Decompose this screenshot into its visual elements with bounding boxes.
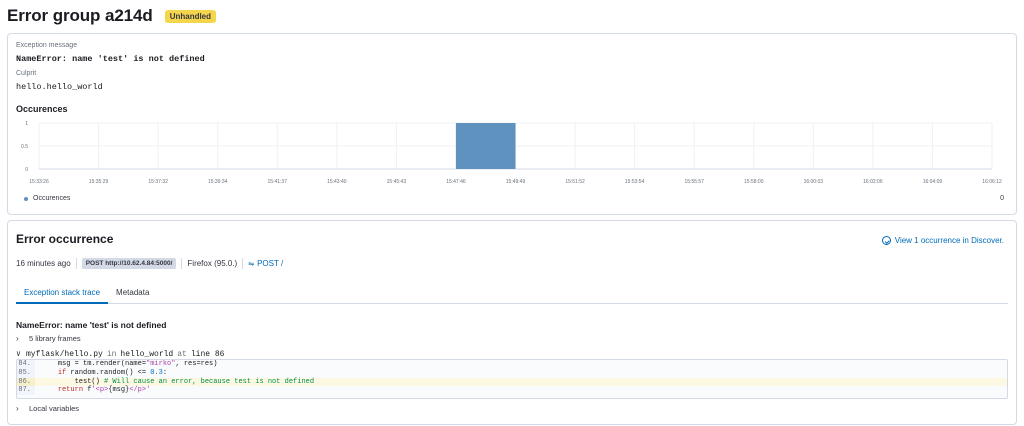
request-url-badge[interactable]: POST http://10.62.4.84:5000/	[81, 258, 177, 269]
legend-label: Occurences	[33, 195, 71, 202]
chart-x-tick-label: 15:58:00	[744, 179, 764, 185]
library-frames-toggle[interactable]: › 5 library frames	[16, 334, 81, 343]
link-icon: ⇋	[248, 260, 255, 268]
legend-count: 0	[1000, 195, 1004, 202]
chart-bar	[455, 123, 516, 169]
chart-x-tick-label: 15:51:52	[565, 179, 585, 185]
tab-metadata[interactable]: Metadata	[108, 284, 157, 304]
request-method-label: POST /	[257, 259, 284, 268]
chart-y-tick-label: 1	[25, 121, 28, 127]
code-line-number: 86.	[17, 377, 35, 387]
chart-x-tick-label: 15:33:26	[29, 179, 49, 185]
stack-frame-header[interactable]: ∨ myflask/hello.py in hello_world at lin…	[16, 349, 225, 360]
chart-x-tick-label: 15:37:32	[148, 179, 168, 185]
chart-x-tick-label: 15:45:43	[387, 179, 407, 185]
chevron-right-icon: ›	[16, 334, 19, 343]
discover-link[interactable]: View 1 occurrence in Discover.	[881, 236, 1004, 245]
error-summary-panel: Exception message NameError: name 'test'…	[7, 33, 1017, 215]
chart-x-tick-label: 15:53:54	[625, 179, 645, 185]
occurrence-metadata: 16 minutes ago POST http://10.62.4.84:50…	[16, 258, 283, 269]
code-line-source: return f'<p>{msg}</p>'	[57, 386, 151, 395]
exception-heading: NameError: name 'test' is not defined	[16, 320, 167, 330]
code-block: 84. msg = tm.render(name="mirko", res=re…	[16, 359, 1008, 399]
at-word: at	[177, 349, 187, 359]
divider	[242, 258, 244, 269]
code-line: 87. return f'<p>{msg}</p>'	[17, 386, 1007, 396]
browser-info: Firefox (95.0.)	[187, 259, 238, 268]
chart-x-tick-label: 16:02:06	[863, 179, 883, 185]
chart-y-tick-label: 0.5	[21, 144, 28, 150]
code-line-source: if random.random() <= 0.3:	[57, 368, 168, 377]
chart-x-tick-label: 16:00:03	[804, 179, 824, 185]
page-title: Error group a214d	[7, 6, 153, 25]
chart-x-tick-label: 15:43:40	[327, 179, 347, 185]
chart-legend[interactable]: Occurences	[24, 195, 70, 202]
chart-y-tick-label: 0	[25, 167, 28, 173]
divider	[181, 258, 183, 269]
code-line-number: 85.	[17, 368, 35, 378]
chart-x-tick-label: 15:55:57	[684, 179, 704, 185]
code-line-source: test() # Will cause an error, because te…	[74, 377, 315, 386]
divider	[75, 258, 77, 269]
code-line: 86. test() # Will cause an error, becaus…	[17, 377, 1007, 387]
discover-link-label: View 1 occurrence in Discover.	[894, 236, 1004, 245]
local-variables-label: Local variables	[29, 404, 80, 413]
occurrences-chart: 1 0.5 015:33:26 15:35:29 15:37:32 15:39:34 15:…	[21, 121, 1002, 185]
code-line-number: 87.	[17, 386, 35, 396]
code-line: 84. msg = tm.render(name="mirko", res=re…	[17, 360, 1007, 369]
in-word: in	[106, 349, 117, 359]
chart-x-tick-label: 16:04:09	[923, 179, 943, 185]
chevron-right-icon: ›	[16, 404, 19, 413]
code-line: 85. if random.random() <= 0.3:	[17, 368, 1007, 378]
code-line-source: msg = tm.render(name="mirko", res=res)	[57, 360, 218, 368]
tab-exception-stack-trace[interactable]: Exception stack trace	[16, 284, 109, 304]
chart-x-tick-label: 15:41:37	[268, 179, 288, 185]
error-occurrence-title: Error occurrence	[16, 232, 114, 246]
chart-x-tick-label: 15:49:49	[506, 179, 526, 185]
status-badge: Unhandled	[164, 9, 217, 23]
legend-dot-icon	[24, 196, 28, 201]
line-number: line 86	[190, 349, 225, 359]
request-method-link[interactable]: ⇋ POST /	[248, 259, 283, 268]
code-line-number: 84.	[17, 360, 35, 369]
function-name: hello_world	[120, 349, 174, 359]
chevron-down-icon: ∨	[16, 350, 21, 359]
page-header: Error group a214d Unhandled	[7, 6, 217, 26]
chart-x-tick-label: 15:39:34	[208, 179, 228, 185]
local-variables-toggle[interactable]: › Local variables	[16, 404, 79, 413]
chart-x-tick-label: 15:35:29	[89, 179, 109, 185]
library-frames-label: 5 library frames	[29, 334, 81, 343]
chart-x-tick-label: 16:06:12	[982, 179, 1002, 185]
error-occurrence-panel: Error occurrence View 1 occurrence in Di…	[7, 220, 1017, 425]
file-path: myflask/hello.py	[26, 349, 103, 359]
chart-x-tick-label: 15:47:46	[446, 179, 466, 185]
occurrence-tabs: Exception stack trace Metadata	[16, 284, 1008, 304]
time-ago: 16 minutes ago	[16, 259, 71, 268]
discover-icon	[881, 236, 891, 245]
